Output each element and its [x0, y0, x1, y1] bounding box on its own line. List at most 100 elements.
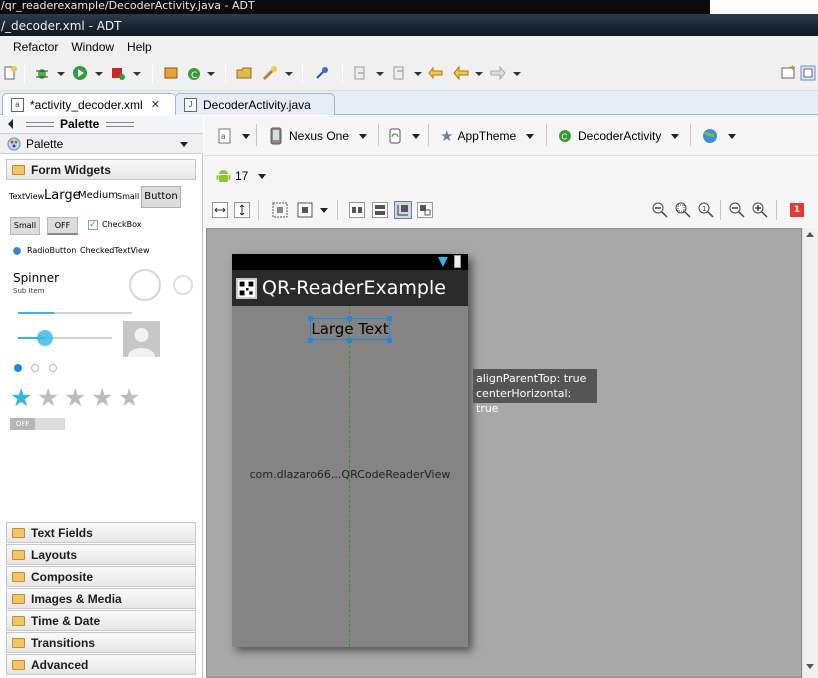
widget-radiobutton[interactable]: RadioButton — [27, 246, 76, 255]
java-perspective-icon[interactable] — [800, 65, 816, 81]
scroll-up-icon[interactable] — [806, 232, 814, 237]
debug-dropdown-icon[interactable] — [57, 72, 65, 76]
back-dropdown-icon[interactable] — [475, 72, 483, 76]
widget-checked-textview[interactable]: CheckedTextView — [80, 246, 150, 255]
menu-help[interactable]: Help — [127, 40, 152, 54]
forward-icon[interactable] — [490, 65, 506, 81]
api-level-selector[interactable]: 17 — [216, 165, 267, 187]
previous-annotation-icon[interactable] — [391, 65, 407, 81]
zoom-in-icon[interactable] — [752, 202, 768, 218]
activity-selector[interactable]: C DecoderActivity — [558, 125, 680, 147]
widget-medium-text[interactable]: Medium — [78, 190, 118, 201]
search-brush-icon[interactable] — [262, 65, 278, 81]
zoom-out-icon[interactable] — [729, 202, 745, 218]
widget-spinner[interactable]: Spinner — [13, 271, 59, 285]
device-selector[interactable]: Nexus One — [270, 125, 368, 147]
close-icon[interactable]: ✕ — [151, 98, 160, 111]
forward-dropdown-icon[interactable] — [513, 72, 521, 76]
run-dropdown-icon[interactable] — [95, 72, 103, 76]
next-annotation-dropdown-icon[interactable] — [376, 72, 384, 76]
checkbox-icon[interactable]: ✓ — [88, 220, 98, 230]
grip-icon[interactable] — [26, 122, 54, 127]
run-icon[interactable] — [72, 65, 88, 81]
last-edit-icon[interactable] — [428, 65, 444, 81]
layout-canvas[interactable]: QR-ReaderExample Large Text com.dlazaro6… — [206, 228, 802, 678]
widget-quickcontactbadge-avatar[interactable] — [123, 321, 160, 357]
resize-handle[interactable] — [347, 338, 352, 343]
palette-mode-dropdown[interactable]: Palette — [0, 134, 203, 154]
category-advanced[interactable]: Advanced — [6, 654, 196, 675]
locale-selector[interactable] — [702, 125, 736, 147]
external-tools-dropdown-icon[interactable] — [133, 72, 141, 76]
external-tools-icon[interactable] — [110, 65, 126, 81]
open-perspective-icon[interactable] — [780, 65, 796, 81]
back-icon[interactable] — [453, 65, 469, 81]
widget-switch[interactable]: OFF — [10, 418, 65, 430]
debug-icon[interactable] — [34, 65, 50, 81]
selected-large-textview[interactable]: Large Text — [310, 318, 390, 340]
menu-refactor[interactable]: Refactor — [13, 40, 58, 54]
zoom-100-icon[interactable]: 1 — [698, 202, 714, 218]
resize-handle[interactable] — [347, 316, 352, 321]
category-transitions[interactable]: Transitions — [6, 632, 196, 653]
fill-height-icon[interactable] — [234, 202, 250, 218]
widget-seekbar-thumb[interactable] — [37, 330, 53, 346]
widget-small-button[interactable]: Small — [10, 217, 40, 235]
resize-handle[interactable] — [387, 316, 392, 321]
orientation-selector[interactable] — [388, 125, 420, 147]
config-chooser[interactable]: a — [218, 125, 250, 147]
vertical-scrollbar[interactable] — [802, 228, 818, 678]
grip-icon[interactable] — [106, 122, 134, 127]
structure-icon[interactable] — [417, 202, 433, 218]
menu-window[interactable]: Window — [71, 40, 114, 54]
qr-code-reader-view[interactable]: com.dlazaro66...QRCodeReaderView — [232, 468, 468, 481]
chevron-down-icon[interactable] — [320, 208, 328, 213]
new-class-icon[interactable]: C — [186, 65, 202, 81]
zoom-fit-icon[interactable] — [675, 202, 691, 218]
widget-progress-horizontal[interactable] — [18, 312, 54, 314]
resize-handle[interactable] — [308, 316, 313, 321]
category-layouts[interactable]: Layouts — [6, 544, 196, 565]
widget-large-text[interactable]: Large — [44, 188, 81, 203]
resize-handle[interactable] — [308, 338, 313, 343]
category-images-media[interactable]: Images & Media — [6, 588, 196, 609]
widget-progress-large[interactable] — [129, 269, 161, 301]
tab-decoder-activity-java[interactable]: J DecoderActivity.java — [175, 93, 335, 115]
pin-icon[interactable] — [314, 65, 330, 81]
show-layout-bounds-icon[interactable] — [394, 201, 412, 219]
radio-icon[interactable] — [13, 247, 21, 255]
resize-handle[interactable] — [387, 338, 392, 343]
widget-textview[interactable]: TextView — [9, 192, 44, 201]
new-class-dropdown-icon[interactable] — [207, 72, 215, 76]
category-composite[interactable]: Composite — [6, 566, 196, 587]
category-time-date[interactable]: Time & Date — [6, 610, 196, 631]
error-count-badge[interactable]: 1 — [790, 203, 804, 217]
widget-button[interactable]: Button — [141, 186, 181, 208]
align-left-icon[interactable] — [349, 202, 365, 218]
zoom-out-real-size-icon[interactable] — [652, 202, 668, 218]
new-package-icon[interactable] — [163, 65, 179, 81]
folder-icon — [12, 528, 25, 538]
toolbar-separator — [225, 65, 226, 83]
category-form-widgets[interactable]: Form Widgets — [6, 159, 196, 180]
collapse-left-icon[interactable] — [8, 119, 13, 129]
category-text-fields[interactable]: Text Fields — [6, 522, 196, 543]
tab-activity-decoder-xml[interactable]: a *activity_decoder.xml ✕ — [2, 93, 176, 115]
search-dropdown-icon[interactable] — [285, 72, 293, 76]
widget-toggle-button[interactable]: OFF — [47, 217, 78, 235]
previous-annotation-dropdown-icon[interactable] — [414, 72, 422, 76]
margins-icon[interactable] — [272, 202, 288, 218]
align-top-icon[interactable] — [372, 202, 388, 218]
open-folder-icon[interactable] — [236, 65, 252, 81]
device-preview[interactable]: QR-ReaderExample Large Text com.dlazaro6… — [232, 254, 468, 647]
gravity-icon[interactable] — [297, 202, 313, 218]
next-annotation-icon[interactable] — [352, 65, 368, 81]
widget-small-text[interactable]: Small — [117, 192, 139, 201]
toolbar-separator — [546, 124, 547, 146]
scroll-down-icon[interactable] — [806, 664, 814, 669]
fill-width-icon[interactable] — [212, 202, 228, 218]
widget-checkbox[interactable]: CheckBox — [102, 220, 141, 229]
widget-progress-small[interactable] — [173, 275, 193, 295]
theme-selector[interactable]: ★ AppTheme — [440, 125, 535, 147]
new-file-icon[interactable] — [2, 65, 18, 81]
